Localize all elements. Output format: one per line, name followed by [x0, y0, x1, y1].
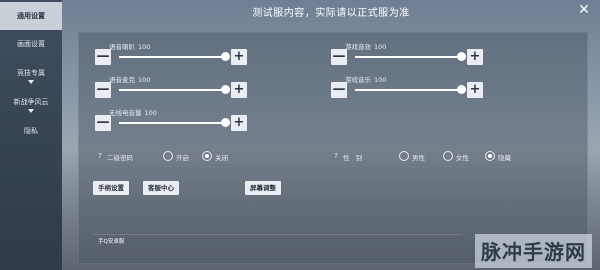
slider-value: 100 — [374, 43, 387, 51]
slider-value: 100 — [138, 76, 151, 84]
slider-label: 无线电音量 100 — [109, 107, 157, 117]
sidebar-item-new-war[interactable]: 新战争风云 — [0, 88, 62, 116]
sidebar-item-label: 画面设置 — [17, 40, 45, 48]
radio-female[interactable] — [443, 151, 453, 161]
decrease-button[interactable]: — — [331, 82, 347, 98]
radio-enable[interactable] — [163, 151, 173, 161]
radio-disable[interactable] — [202, 151, 212, 161]
watermark: 脉冲手游网 — [475, 234, 592, 268]
radio-male[interactable] — [399, 151, 409, 161]
close-icon[interactable]: ✕ — [576, 2, 592, 18]
chevron-down-icon — [28, 109, 34, 113]
gender-row: ? 性 别 男性 女性 隐藏 — [331, 151, 581, 165]
slider-game-sfx: 游戏音效 100 — + — [331, 41, 491, 65]
radio-enable-label: 开启 — [176, 154, 189, 162]
sidebar-item-graphics[interactable]: 画面设置 — [0, 30, 62, 58]
customer-service-button[interactable]: 客服中心 — [143, 181, 179, 195]
slider-track[interactable] — [119, 52, 230, 61]
settings-panel: 语音喇叭 100 — + 游戏音效 100 — + 语音麦克 100 — + 游戏音乐… — [78, 32, 588, 264]
slider-track[interactable] — [355, 52, 466, 61]
slider-name: 无线电音量 — [109, 109, 142, 117]
sidebar-item-label: 隐私 — [24, 127, 38, 135]
gender-label: 性 别 — [343, 154, 363, 162]
slider-fill — [119, 56, 225, 58]
slider-fill — [119, 89, 225, 91]
slider-name: 语音喇叭 — [109, 43, 135, 51]
slider-label: 语音喇叭 100 — [109, 41, 150, 51]
slider-thumb[interactable] — [220, 118, 230, 127]
slider-name: 语音麦克 — [109, 76, 135, 84]
sidebar-item-privacy[interactable]: 隐私 — [0, 117, 62, 145]
page-title: 测试服内容，实际请以正式服为准 — [252, 8, 410, 19]
slider-label: 游戏音乐 100 — [345, 74, 386, 84]
slider-thumb[interactable] — [456, 85, 466, 94]
sidebar-item-label: 新战争风云 — [13, 98, 49, 106]
slider-name: 游戏音效 — [345, 43, 371, 51]
slider-value: 100 — [144, 109, 157, 117]
server-label: 手Q安卓服 — [98, 239, 125, 245]
bottom-strip: 手Q安卓服 — [92, 234, 462, 262]
sidebar-item-competitive[interactable]: 竞技专属 — [0, 59, 62, 87]
slider-fill — [355, 56, 461, 58]
chevron-down-icon — [28, 80, 34, 84]
increase-button[interactable]: + — [467, 82, 483, 98]
slider-track[interactable] — [119, 118, 230, 127]
slider-label: 游戏音效 100 — [345, 41, 386, 51]
controller-settings-button[interactable]: 手柄设置 — [93, 181, 129, 195]
radio-male-label: 男性 — [412, 154, 425, 162]
slider-value: 100 — [138, 43, 151, 51]
slider-radio-volume: 无线电音量 100 — + — [95, 107, 255, 131]
decrease-button[interactable]: — — [331, 49, 347, 65]
sidebar-item-label: 通用设置 — [17, 12, 45, 20]
increase-button[interactable]: + — [467, 49, 483, 65]
decrease-button[interactable]: — — [95, 115, 111, 131]
slider-name: 游戏音乐 — [345, 76, 371, 84]
help-icon[interactable]: ? — [95, 151, 105, 161]
slider-fill — [355, 89, 461, 91]
screen-adjust-button[interactable]: 屏幕调整 — [245, 181, 281, 195]
sidebar-item-label: 竞技专属 — [17, 69, 45, 77]
radio-female-label: 女性 — [456, 154, 469, 162]
help-icon[interactable]: ? — [331, 151, 341, 161]
slider-thumb[interactable] — [456, 52, 466, 61]
second-password-label: 二级密码 — [107, 154, 133, 162]
sidebar-item-general[interactable]: 通用设置 — [0, 2, 62, 30]
slider-voice-mic: 语音麦克 100 — + — [95, 74, 255, 98]
slider-label: 语音麦克 100 — [109, 74, 150, 84]
second-password-row: ? 二级密码 开启 关闭 — [95, 151, 295, 165]
decrease-button[interactable]: — — [95, 49, 111, 65]
slider-fill — [119, 122, 225, 124]
increase-button[interactable]: + — [231, 49, 247, 65]
radio-hidden[interactable] — [485, 151, 495, 161]
radio-hidden-label: 隐藏 — [498, 154, 511, 162]
decrease-button[interactable]: — — [95, 82, 111, 98]
slider-track[interactable] — [119, 85, 230, 94]
slider-thumb[interactable] — [220, 85, 230, 94]
increase-button[interactable]: + — [231, 115, 247, 131]
radio-disable-label: 关闭 — [215, 154, 228, 162]
sidebar: 通用设置 画面设置 竞技专属 新战争风云 隐私 — [0, 0, 62, 270]
slider-track[interactable] — [355, 85, 466, 94]
increase-button[interactable]: + — [231, 82, 247, 98]
slider-voice-speaker: 语音喇叭 100 — + — [95, 41, 255, 65]
slider-value: 100 — [374, 76, 387, 84]
slider-game-music: 游戏音乐 100 — + — [331, 74, 491, 98]
slider-thumb[interactable] — [220, 52, 230, 61]
